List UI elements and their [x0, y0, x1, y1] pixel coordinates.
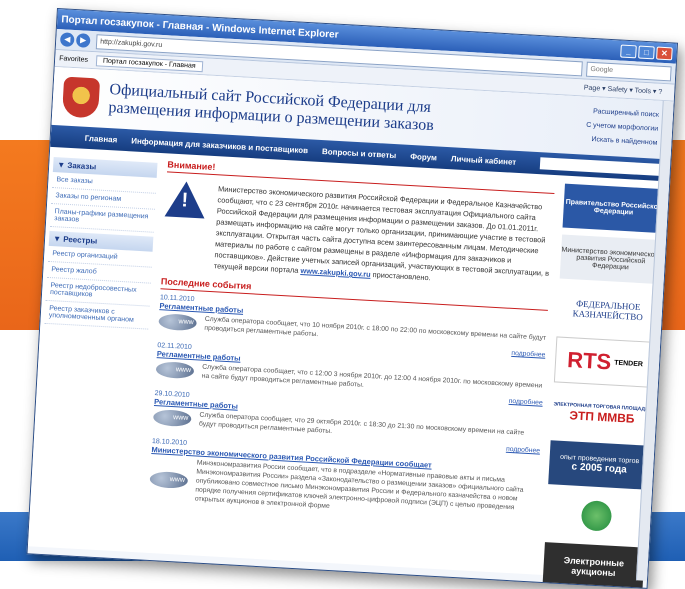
menu-item-cabinet[interactable]: Личный кабинет [451, 154, 517, 167]
banner-treasury[interactable]: ФЕДЕРАЛЬНОЕ КАЗНАЧЕЙСТВО [556, 285, 660, 335]
portal-link[interactable]: www.zakupki.gov.ru [300, 266, 371, 279]
coat-of-arms-icon [61, 76, 101, 119]
www-icon: www [155, 361, 195, 380]
warning-icon [164, 180, 207, 219]
main-content: Внимание! Министерство экономического ра… [138, 153, 561, 589]
rts-logo-text: RTS [566, 347, 612, 375]
favorites-button[interactable]: Favorites [59, 55, 88, 64]
sidebar-item-customers[interactable]: Реестр заказчиков с уполномоченным орган… [44, 300, 150, 330]
command-bar[interactable]: Page ▾ Safety ▾ Tools ▾ ? [584, 84, 663, 96]
sberbank-logo-icon [580, 500, 613, 532]
banner-rts[interactable]: RTS TENDER [553, 336, 657, 388]
warning-text: Министерство экономического развития Рос… [213, 184, 550, 283]
sidebar-item-order-plans[interactable]: Планы-графики размещения заказов [49, 203, 155, 233]
minimize-icon[interactable]: _ [620, 44, 637, 58]
www-icon: www [158, 313, 198, 332]
banner-electronic-auctions[interactable]: Электронные аукционы [542, 542, 645, 589]
banner-government[interactable]: Правительство Российской Федерации [562, 183, 665, 234]
menu-item-home[interactable]: Главная [85, 133, 118, 144]
www-icon: www [152, 409, 192, 428]
browser-window: Портал госзакупок - Главная - Windows In… [26, 8, 679, 589]
back-icon[interactable]: ◀ [59, 32, 75, 48]
banner-sberbank[interactable] [545, 491, 648, 541]
website-content: Официальный сайт Российской Федерации дл… [27, 66, 674, 589]
forward-icon[interactable]: ▶ [75, 33, 91, 48]
banner-ministry[interactable]: Министерство экономического развития Рос… [559, 234, 662, 285]
menu-item-faq[interactable]: Вопросы и ответы [322, 147, 397, 160]
search-input[interactable]: Google [586, 61, 672, 81]
menu-item-forum[interactable]: Форум [410, 151, 437, 161]
rts-tender-label: TENDER [613, 359, 644, 368]
search-in-found-checkbox[interactable]: Искать в найденном [585, 133, 658, 151]
close-icon[interactable]: ✕ [656, 46, 673, 60]
maximize-icon[interactable]: □ [638, 45, 655, 59]
header-links: Расширенный поиск С учетом морфологии Ис… [585, 105, 659, 151]
warning-box: Министерство экономического развития Рос… [162, 180, 554, 290]
document-icon: www [149, 470, 189, 489]
banner-etp-mmvb[interactable]: ЭЛЕКТРОННАЯ ТОРГОВАЯ ПЛОЩАДКА ЭТП ММВБ [551, 389, 654, 439]
banner-experience[interactable]: опыт проведения торгов с 2005 года [548, 440, 651, 490]
site-search-input[interactable] [539, 157, 661, 176]
